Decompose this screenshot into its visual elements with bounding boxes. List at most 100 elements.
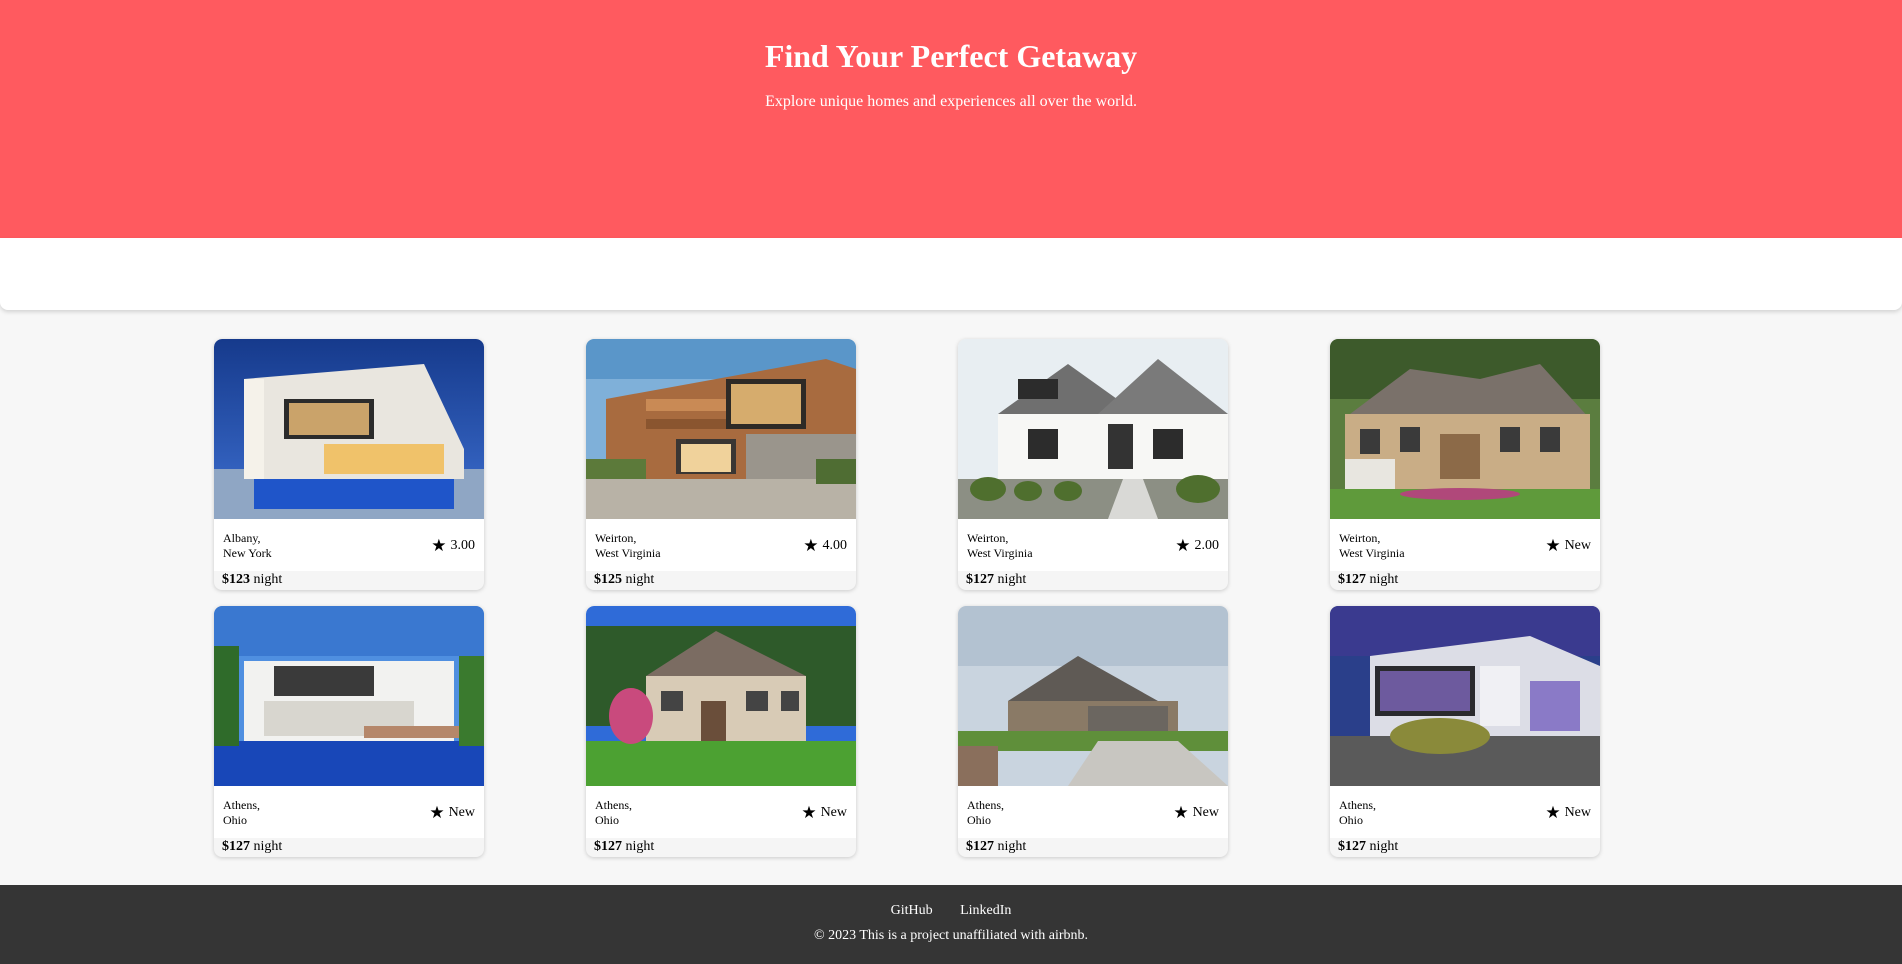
search-bar[interactable] — [0, 238, 1902, 310]
listing-state: New York — [223, 546, 272, 560]
listings-grid: Albany, New York ★ 3.00 $123 night Weirt… — [214, 339, 1602, 857]
price-unit: night — [253, 572, 283, 587]
listing-rating: ★ New — [801, 803, 847, 822]
listing-image[interactable] — [958, 606, 1228, 786]
listing-info: Athens, Ohio ★ New — [586, 786, 856, 838]
rating-value: 2.00 — [1194, 538, 1220, 553]
star-icon: ★ — [429, 803, 445, 822]
price-unit: night — [1369, 839, 1399, 854]
listing-info: Weirton, West Virginia ★ 2.00 — [958, 519, 1228, 571]
listing-rating: ★ New — [429, 803, 475, 822]
listing-info: Albany, New York ★ 3.00 — [214, 519, 484, 571]
price-amount: $127 — [966, 572, 994, 587]
price-amount: $127 — [222, 839, 250, 854]
price-unit: night — [1369, 572, 1399, 587]
listing-state: West Virginia — [595, 546, 661, 560]
rating-value: New — [1564, 538, 1591, 553]
listing-image[interactable] — [586, 339, 856, 519]
rating-value: 3.00 — [450, 538, 476, 553]
listing-location: Albany, New York — [223, 531, 272, 561]
listing-info: Athens, Ohio ★ New — [958, 786, 1228, 838]
listing-location: Weirton, West Virginia — [967, 531, 1033, 561]
listing-price: $127 night — [1338, 838, 1398, 856]
listing-location: Athens, Ohio — [967, 798, 1004, 828]
listing-image[interactable] — [1330, 606, 1600, 786]
listing-info: Athens, Ohio ★ New — [1330, 786, 1600, 838]
listing-state: Ohio — [223, 813, 247, 827]
price-amount: $127 — [966, 839, 994, 854]
listing-price: $127 night — [222, 838, 282, 856]
rating-value: New — [1564, 805, 1591, 820]
listing-city: Athens, — [1339, 798, 1376, 812]
linkedin-link[interactable]: LinkedIn — [960, 903, 1011, 918]
price-unit: night — [253, 839, 283, 854]
listing-info: Athens, Ohio ★ New — [214, 786, 484, 838]
listing-card[interactable]: Athens, Ohio ★ New $127 night — [586, 606, 856, 857]
listing-price: $125 night — [594, 571, 654, 589]
listing-card[interactable]: Albany, New York ★ 3.00 $123 night — [214, 339, 484, 590]
page-subtitle: Explore unique homes and experiences all… — [765, 93, 1137, 110]
listing-rating: ★ 3.00 — [431, 536, 476, 555]
star-icon: ★ — [803, 536, 819, 555]
listing-image[interactable] — [214, 339, 484, 519]
star-icon: ★ — [1175, 536, 1191, 555]
listing-card[interactable]: Athens, Ohio ★ New $127 night — [1330, 606, 1600, 857]
listing-card[interactable]: Athens, Ohio ★ New $127 night — [958, 606, 1228, 857]
listing-state: Ohio — [1339, 813, 1363, 827]
listing-state: West Virginia — [967, 546, 1033, 560]
rating-value: New — [820, 805, 847, 820]
listing-rating: ★ 4.00 — [803, 536, 848, 555]
price-amount: $127 — [1338, 839, 1366, 854]
rating-value: New — [1192, 805, 1219, 820]
footer-links: GitHub LinkedIn — [0, 903, 1902, 919]
listing-city: Albany, — [223, 531, 261, 545]
hero-banner: Find Your Perfect Getaway Explore unique… — [0, 0, 1902, 238]
listing-location: Athens, Ohio — [595, 798, 632, 828]
listing-city: Athens, — [223, 798, 260, 812]
listing-city: Weirton, — [595, 531, 637, 545]
star-icon: ★ — [431, 536, 447, 555]
star-icon: ★ — [1545, 803, 1561, 822]
listing-card[interactable]: Weirton, West Virginia ★ 4.00 $125 night — [586, 339, 856, 590]
listing-price: $123 night — [222, 571, 282, 589]
rating-value: New — [448, 805, 475, 820]
price-unit: night — [625, 839, 655, 854]
listing-card[interactable]: Weirton, West Virginia ★ New $127 night — [1330, 339, 1600, 590]
listing-image[interactable] — [1330, 339, 1600, 519]
listing-state: West Virginia — [1339, 546, 1405, 560]
github-link[interactable]: GitHub — [891, 903, 933, 918]
star-icon: ★ — [801, 803, 817, 822]
listing-city: Weirton, — [1339, 531, 1381, 545]
listing-image[interactable] — [958, 339, 1228, 519]
price-amount: $127 — [594, 839, 622, 854]
listing-price: $127 night — [966, 838, 1026, 856]
footer: GitHub LinkedIn © 2023 This is a project… — [0, 885, 1902, 964]
listing-image[interactable] — [214, 606, 484, 786]
copyright-text: © 2023 This is a project unaffiliated wi… — [813, 928, 1089, 943]
listing-city: Athens, — [967, 798, 1004, 812]
listing-price: $127 night — [1338, 571, 1398, 589]
listing-rating: ★ New — [1545, 803, 1591, 822]
price-unit: night — [997, 572, 1027, 587]
listing-location: Weirton, West Virginia — [595, 531, 661, 561]
listing-rating: ★ New — [1545, 537, 1591, 554]
listing-city: Athens, — [595, 798, 632, 812]
price-amount: $123 — [222, 572, 250, 587]
listing-info: Weirton, West Virginia ★ New — [1330, 519, 1600, 571]
price-unit: night — [625, 572, 655, 587]
listing-location: Weirton, West Virginia — [1339, 531, 1405, 561]
listing-rating: ★ New — [1173, 804, 1219, 821]
listing-price: $127 night — [594, 838, 654, 856]
listing-city: Weirton, — [967, 531, 1009, 545]
listing-location: Athens, Ohio — [1339, 798, 1376, 828]
listing-state: Ohio — [595, 813, 619, 827]
listing-info: Weirton, West Virginia ★ 4.00 — [586, 519, 856, 571]
listing-card[interactable]: Weirton, West Virginia ★ 2.00 $127 night — [958, 339, 1228, 590]
listing-rating: ★ 2.00 — [1175, 536, 1220, 555]
rating-value: 4.00 — [822, 538, 848, 553]
listing-image[interactable] — [586, 606, 856, 786]
listing-card[interactable]: Athens, Ohio ★ New $127 night — [214, 606, 484, 857]
listing-price: $127 night — [966, 571, 1026, 589]
price-amount: $127 — [1338, 572, 1366, 587]
listing-state: Ohio — [967, 813, 991, 827]
